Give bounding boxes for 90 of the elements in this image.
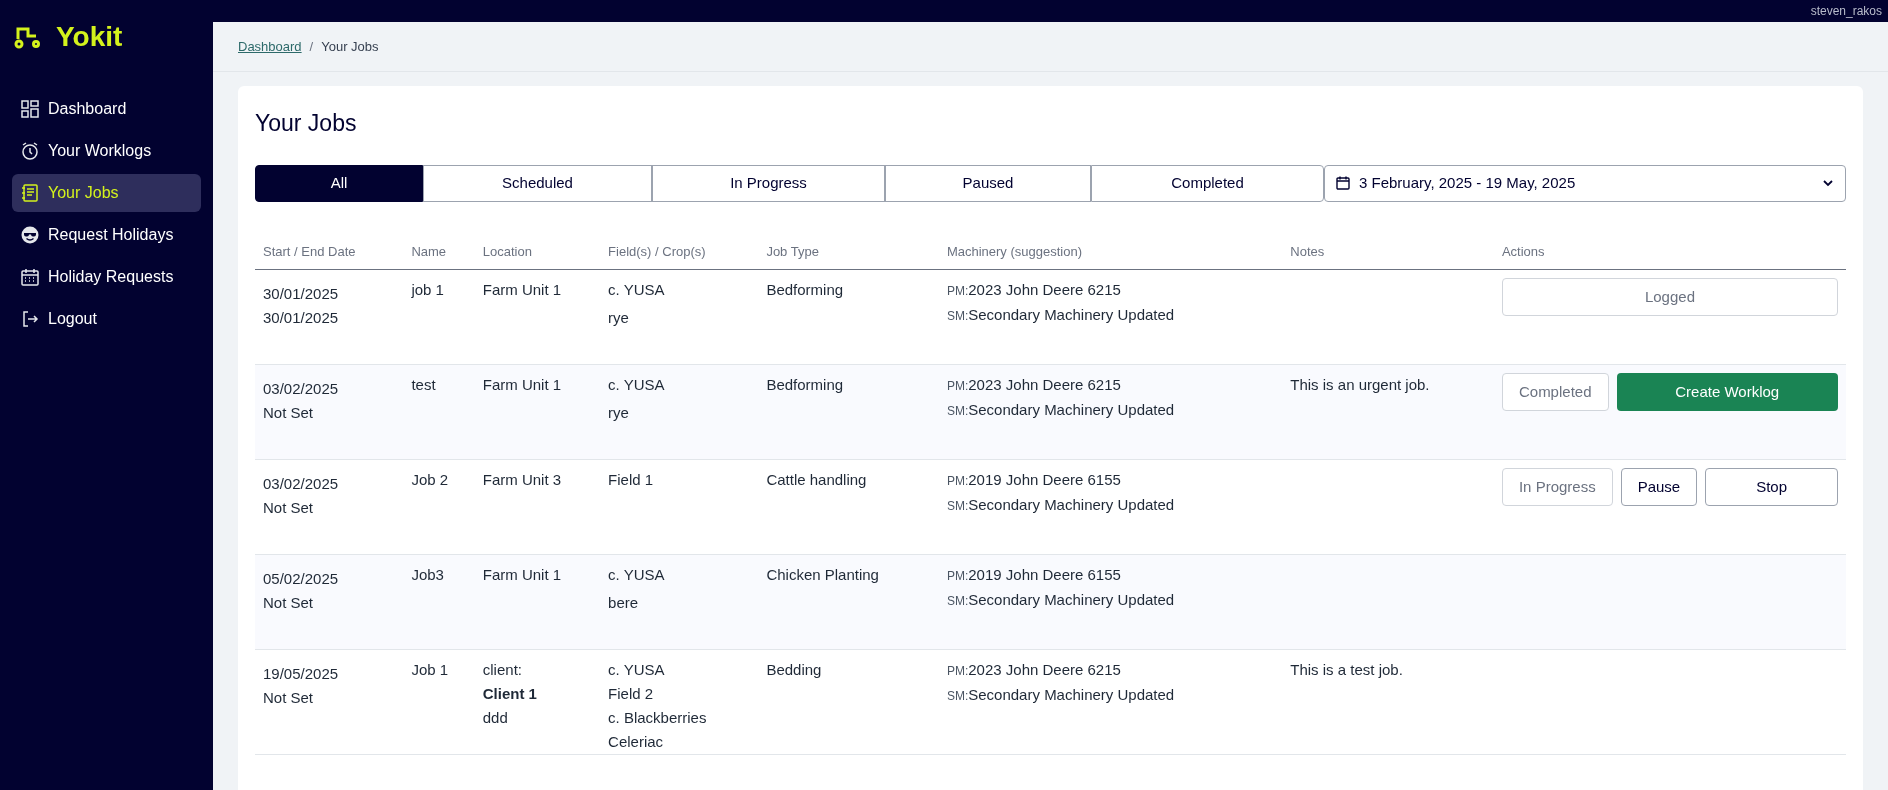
- action-button[interactable]: Stop: [1705, 468, 1838, 506]
- date-text: Not Set: [263, 403, 315, 423]
- location-text: Farm Unit 3: [482, 470, 563, 490]
- machinery-text: PM:2023 John Deere 6215: [946, 660, 1122, 680]
- notebook-icon: [20, 183, 40, 203]
- column-header: Actions: [1493, 241, 1846, 270]
- date-range-field[interactable]: 3 February, 2025 - 19 May, 2025: [1324, 164, 1846, 202]
- filter-tab[interactable]: In Progress: [652, 164, 885, 202]
- machinery-text: SM:Secondary Machinery Updated: [946, 400, 1176, 420]
- job-type: Bedforming: [766, 376, 844, 393]
- action-button[interactable]: Logged: [1501, 278, 1838, 316]
- date-text: Not Set: [263, 593, 315, 613]
- logout-icon: [20, 309, 40, 329]
- job-type: Cattle handling: [766, 471, 867, 488]
- job-name: test: [411, 376, 436, 393]
- note-text: This is an urgent job.: [1290, 376, 1430, 393]
- machinery-text: PM:2019 John Deere 6155: [946, 470, 1122, 490]
- breadcrumb-separator: /: [309, 37, 314, 56]
- field-crop-text: c. YUSA: [608, 565, 666, 585]
- job-type: Chicken Planting: [766, 566, 879, 583]
- filter-tab[interactable]: Paused: [885, 164, 1091, 202]
- date-text: 03/02/2025: [263, 474, 340, 494]
- column-header: Name: [403, 241, 475, 270]
- note-text: This is a test job.: [1290, 661, 1403, 678]
- machinery-text: PM:2023 John Deere 6215: [946, 375, 1122, 395]
- machinery-text: PM:2023 John Deere 6215: [946, 280, 1122, 300]
- field-crop-text: c. YUSA: [608, 375, 666, 395]
- field-crop-text: rye: [608, 403, 630, 423]
- field-crop-text: Field 2: [608, 684, 655, 704]
- machinery-text: SM:Secondary Machinery Updated: [946, 495, 1176, 515]
- brand-name: Yokit: [56, 23, 123, 51]
- machinery-text: SM:Secondary Machinery Updated: [946, 590, 1176, 610]
- dashboard-icon: [20, 99, 40, 119]
- filter-tab[interactable]: Scheduled: [423, 164, 652, 202]
- page-title: Your Jobs: [255, 109, 358, 138]
- calendar-icon: [20, 267, 40, 287]
- breadcrumb-current: Your Jobs: [321, 37, 379, 56]
- location-text: Farm Unit 1: [482, 375, 563, 395]
- action-button[interactable]: Pause: [1620, 468, 1698, 506]
- location-text: Farm Unit 1: [482, 565, 563, 585]
- location-text: Client 1: [482, 684, 538, 704]
- sidebar-item[interactable]: Your Worklogs: [12, 132, 201, 170]
- field-crop-text: c. YUSA: [608, 660, 666, 680]
- column-header: Location: [474, 241, 601, 270]
- alarm-clock-icon: [20, 141, 40, 161]
- sidebar-item[interactable]: Request Holidays: [12, 216, 201, 254]
- date-text: 30/01/2025: [263, 284, 340, 304]
- date-text: 05/02/2025: [263, 569, 340, 589]
- breadcrumb-link[interactable]: Dashboard: [238, 36, 302, 57]
- sidebar-item[interactable]: Dashboard: [12, 90, 201, 128]
- sidebar-item[interactable]: Your Jobs: [12, 174, 201, 212]
- sidebar-item[interactable]: Holiday Requests: [12, 258, 201, 296]
- job-name: Job 2: [411, 471, 449, 488]
- column-header: Job Type: [758, 241, 939, 270]
- calendar-icon: [1335, 175, 1351, 191]
- filter-tab[interactable]: All: [255, 164, 423, 202]
- action-button[interactable]: In Progress: [1501, 468, 1613, 506]
- sunglasses-face-icon: [20, 225, 40, 245]
- filter-tab[interactable]: Completed: [1091, 164, 1324, 202]
- job-name: Job3: [411, 566, 444, 583]
- sidebar-item[interactable]: Logout: [12, 300, 201, 338]
- field-crop-text: bere: [608, 593, 640, 613]
- column-header: Field(s) / Crop(s): [600, 241, 759, 270]
- date-text: Not Set: [263, 498, 315, 518]
- location-text: Farm Unit 1: [482, 280, 563, 300]
- date-range-value: 3 February, 2025 - 19 May, 2025: [1359, 172, 1577, 193]
- field-crop-text: c. Blackberries: [608, 708, 708, 728]
- date-text: 19/05/2025: [263, 664, 340, 684]
- location-text: ddd: [482, 708, 509, 728]
- username: steven_rakos: [1810, 3, 1882, 20]
- field-crop-text: rye: [608, 308, 630, 328]
- job-name: job 1: [411, 281, 444, 298]
- job-name: Job 1: [411, 661, 449, 678]
- field-crop-text: Celeriac: [608, 732, 665, 752]
- job-type: Bedforming: [766, 281, 844, 298]
- machinery-text: SM:Secondary Machinery Updated: [946, 685, 1176, 705]
- job-type: Bedding: [766, 661, 822, 678]
- column-header: Start / End Date: [255, 241, 404, 270]
- date-text: 30/01/2025: [263, 308, 340, 328]
- column-header: Machinery (suggestion): [938, 241, 1283, 270]
- date-text: Not Set: [263, 688, 315, 708]
- column-header: Notes: [1282, 241, 1494, 270]
- location-text: client:: [482, 660, 523, 680]
- machinery-text: PM:2019 John Deere 6155: [946, 565, 1122, 585]
- action-button[interactable]: Completed: [1501, 373, 1609, 411]
- field-crop-text: Field 1: [608, 470, 655, 490]
- date-text: 03/02/2025: [263, 379, 340, 399]
- machinery-text: SM:Secondary Machinery Updated: [946, 305, 1176, 325]
- field-crop-text: c. YUSA: [608, 280, 666, 300]
- action-button[interactable]: Create Worklog: [1616, 373, 1838, 411]
